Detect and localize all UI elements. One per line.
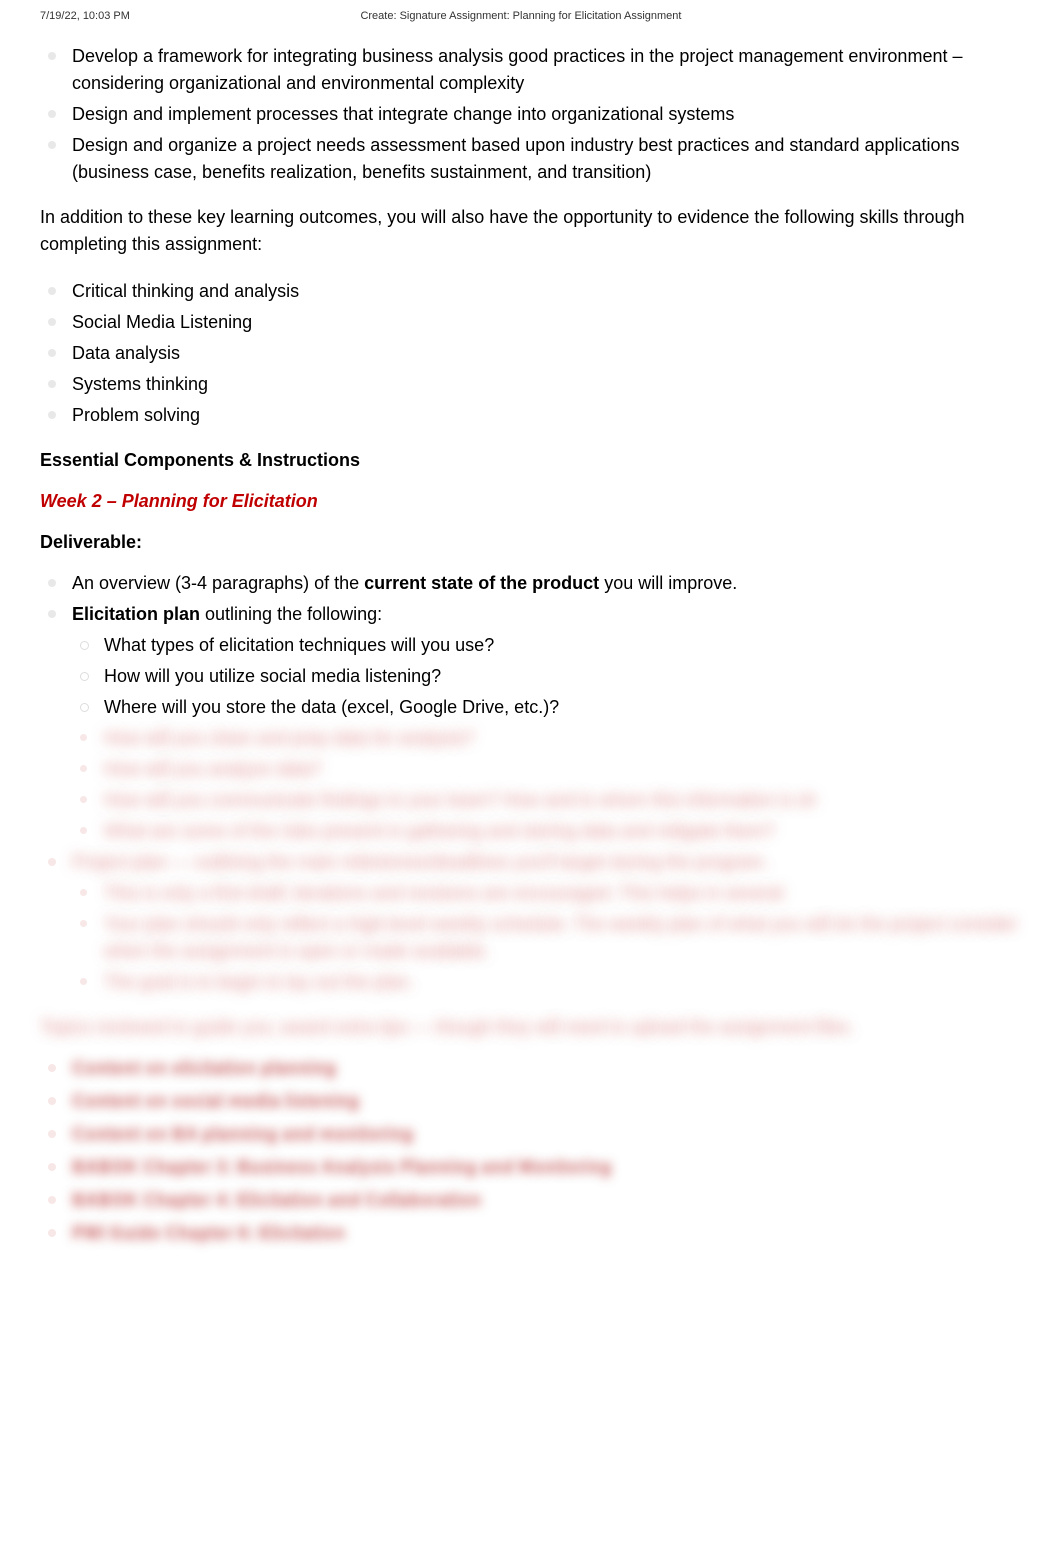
- list-item: What types of elicitation techniques wil…: [72, 632, 1022, 659]
- list-item-text: Data analysis: [72, 343, 180, 363]
- list-item-text: Problem solving: [72, 405, 200, 425]
- list-item-blurred: This is only a first draft; iterations a…: [72, 880, 1022, 907]
- list-item-text: What types of elicitation techniques wil…: [104, 635, 494, 655]
- references-list: Content on elicitation planning Content …: [40, 1055, 1022, 1247]
- header-datetime: 7/19/22, 10:03 PM: [40, 8, 130, 25]
- list-item: Critical thinking and analysis: [40, 278, 1022, 305]
- project-plan-sublist: This is only a first draft; iterations a…: [72, 880, 1022, 996]
- list-item-text: Social Media Listening: [72, 312, 252, 332]
- list-item-blurred: Your plan should only reflect a high-lev…: [72, 911, 1022, 965]
- list-item: Design and organize a project needs asse…: [40, 132, 1022, 186]
- list-item-blurred: How will you clean and prep data for ana…: [72, 725, 1022, 752]
- blurred-text: The goal is to begin to lay out the plan…: [104, 972, 413, 992]
- list-item-blurred: PMI Guide Chapter 6: Elicitation: [40, 1220, 1022, 1247]
- list-item-blurred: BABOK Chapter 3: Business Analysis Plann…: [40, 1154, 1022, 1181]
- list-item: Social Media Listening: [40, 309, 1022, 336]
- blurred-text: Project plan — outlining the main milest…: [72, 852, 768, 872]
- blurred-text: This is only a first draft; iterations a…: [104, 883, 783, 903]
- blurred-text: Content on social media listening: [72, 1091, 359, 1111]
- blurred-text: What are some of the risks present in ga…: [104, 821, 774, 841]
- list-item: Elicitation plan outlining the following…: [40, 601, 1022, 845]
- bold-text: Elicitation plan: [72, 604, 200, 624]
- list-item-blurred: What are some of the risks present in ga…: [72, 818, 1022, 845]
- list-item-blurred: Project plan — outlining the main milest…: [40, 849, 1022, 996]
- page-header: 7/19/22, 10:03 PM Create: Signature Assi…: [40, 0, 1022, 43]
- list-item: Data analysis: [40, 340, 1022, 367]
- list-item-text: How will you utilize social media listen…: [104, 666, 441, 686]
- list-item-text: Design and organize a project needs asse…: [72, 135, 960, 182]
- header-title: Create: Signature Assignment: Planning f…: [130, 8, 912, 25]
- blurred-text: Content on BA planning and monitoring: [72, 1124, 413, 1144]
- list-item-blurred: The goal is to begin to lay out the plan…: [72, 969, 1022, 996]
- intro-paragraph: In addition to these key learning outcom…: [40, 204, 1022, 258]
- document-page: 7/19/22, 10:03 PM Create: Signature Assi…: [0, 0, 1062, 1293]
- list-item: Design and implement processes that inte…: [40, 101, 1022, 128]
- list-item: How will you utilize social media listen…: [72, 663, 1022, 690]
- list-item: An overview (3-4 paragraphs) of the curr…: [40, 570, 1022, 597]
- blurred-text: Your plan should only reflect a high-lev…: [104, 914, 1018, 961]
- list-item-text: Where will you store the data (excel, Go…: [104, 697, 559, 717]
- blurred-paragraph: Topics reviewed to guide you; award extr…: [40, 1014, 1022, 1041]
- blurred-text: PMI Guide Chapter 6: Elicitation: [72, 1223, 345, 1243]
- list-item: Where will you store the data (excel, Go…: [72, 694, 1022, 721]
- blurred-text: BABOK Chapter 4: Elicitation and Collabo…: [72, 1190, 481, 1210]
- list-item: Develop a framework for integrating busi…: [40, 43, 1022, 97]
- list-item-blurred: Content on elicitation planning: [40, 1055, 1022, 1082]
- blurred-text: How will you analyze data?: [104, 759, 321, 779]
- skills-list: Critical thinking and analysis Social Me…: [40, 278, 1022, 429]
- list-item-blurred: Content on social media listening: [40, 1088, 1022, 1115]
- list-item-blurred: How will you analyze data?: [72, 756, 1022, 783]
- list-item-blurred: BABOK Chapter 4: Elicitation and Collabo…: [40, 1187, 1022, 1214]
- bold-text: current state of the product: [364, 573, 599, 593]
- list-item-text: Critical thinking and analysis: [72, 281, 299, 301]
- deliverables-list: An overview (3-4 paragraphs) of the curr…: [40, 570, 1022, 996]
- essential-components-heading: Essential Components & Instructions: [40, 447, 1022, 474]
- elicitation-sublist: What types of elicitation techniques wil…: [72, 632, 1022, 845]
- deliverable-heading: Deliverable:: [40, 529, 1022, 556]
- list-item: Problem solving: [40, 402, 1022, 429]
- list-item-blurred: How will you communicate findings to you…: [72, 787, 1022, 814]
- blurred-text: BABOK Chapter 3: Business Analysis Plann…: [72, 1157, 611, 1177]
- text-span: you will improve.: [599, 573, 737, 593]
- list-item-text: Systems thinking: [72, 374, 208, 394]
- list-item-blurred: Content on BA planning and monitoring: [40, 1121, 1022, 1148]
- list-item: Systems thinking: [40, 371, 1022, 398]
- blurred-text: Content on elicitation planning: [72, 1058, 336, 1078]
- list-item-text: Design and implement processes that inte…: [72, 104, 734, 124]
- learning-outcomes-list: Develop a framework for integrating busi…: [40, 43, 1022, 186]
- text-span: outlining the following:: [200, 604, 382, 624]
- blurred-text: How will you clean and prep data for ana…: [104, 728, 474, 748]
- text-span: An overview (3-4 paragraphs) of the: [72, 573, 364, 593]
- week-heading: Week 2 – Planning for Elicitation: [40, 488, 1022, 515]
- list-item-text: Develop a framework for integrating busi…: [72, 46, 962, 93]
- blurred-text: How will you communicate findings to you…: [104, 790, 816, 810]
